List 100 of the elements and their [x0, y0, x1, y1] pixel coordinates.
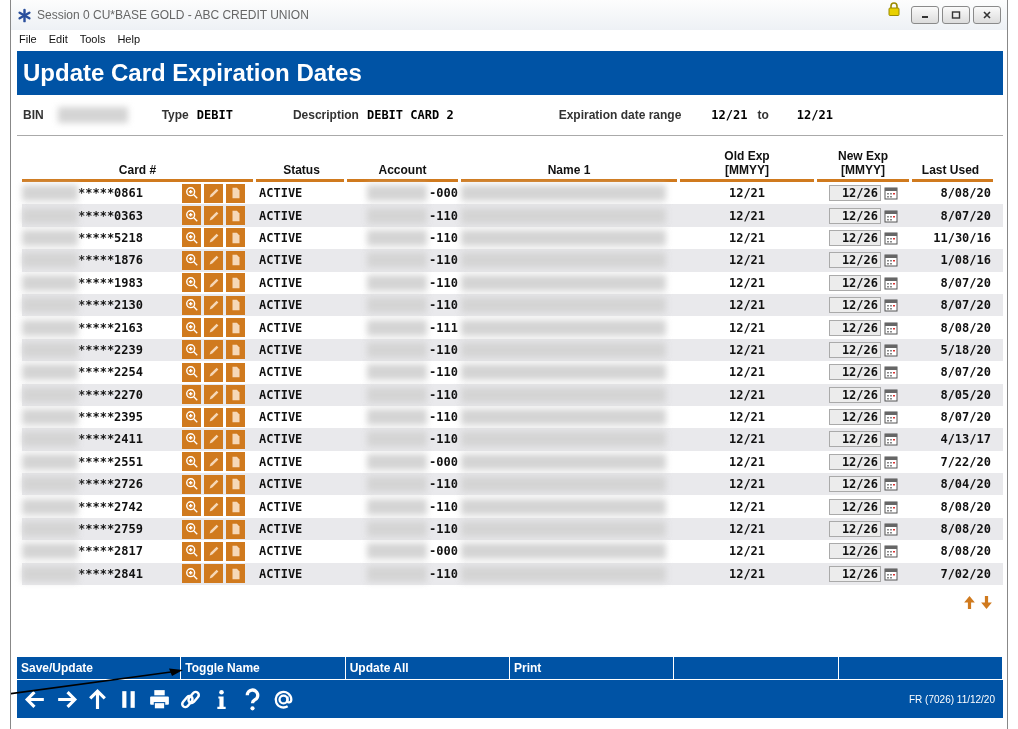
- pencil-icon[interactable]: [204, 407, 223, 427]
- pencil-icon[interactable]: [204, 385, 223, 405]
- zoom-icon[interactable]: [182, 541, 201, 561]
- pencil-icon[interactable]: [204, 541, 223, 561]
- calendar-icon[interactable]: [884, 320, 898, 335]
- calendar-icon[interactable]: [884, 365, 898, 380]
- document-icon[interactable]: [226, 497, 245, 517]
- zoom-icon[interactable]: [182, 183, 201, 203]
- document-icon[interactable]: [226, 385, 245, 405]
- pencil-icon[interactable]: [204, 183, 223, 203]
- menu-item[interactable]: Help: [117, 33, 140, 45]
- pencil-icon[interactable]: [204, 430, 223, 449]
- date-field[interactable]: 12/26: [829, 521, 881, 538]
- zoom-icon[interactable]: [182, 340, 201, 360]
- date-field[interactable]: 12/26: [829, 453, 881, 470]
- calendar-icon[interactable]: [884, 230, 898, 245]
- document-icon[interactable]: [226, 228, 245, 248]
- page-down-icon[interactable]: [980, 595, 993, 611]
- zoom-icon[interactable]: [182, 474, 201, 494]
- minimize-button[interactable]: [911, 6, 939, 24]
- calendar-icon[interactable]: [884, 342, 898, 357]
- date-field[interactable]: 12/26: [829, 185, 881, 202]
- zoom-icon[interactable]: [182, 385, 201, 405]
- zoom-icon[interactable]: [182, 250, 201, 270]
- zoom-icon[interactable]: [182, 407, 201, 427]
- calendar-icon[interactable]: [884, 454, 898, 469]
- document-icon[interactable]: [226, 318, 245, 338]
- date-field[interactable]: 12/26: [829, 498, 881, 515]
- document-icon[interactable]: [226, 206, 245, 226]
- document-icon[interactable]: [226, 430, 245, 449]
- calendar-icon[interactable]: [884, 432, 898, 447]
- document-icon[interactable]: [226, 250, 245, 270]
- calendar-icon[interactable]: [884, 208, 898, 223]
- calendar-icon[interactable]: [884, 499, 898, 514]
- menu-item[interactable]: Tools: [79, 33, 106, 45]
- pencil-icon[interactable]: [204, 497, 223, 517]
- document-icon[interactable]: [226, 362, 245, 382]
- calendar-icon[interactable]: [884, 410, 898, 425]
- pencil-icon[interactable]: [204, 452, 223, 472]
- calendar-icon[interactable]: [884, 477, 898, 492]
- zoom-icon[interactable]: [182, 206, 201, 226]
- zoom-icon[interactable]: [182, 430, 201, 449]
- maximize-button[interactable]: [942, 6, 970, 24]
- zoom-icon[interactable]: [182, 519, 201, 539]
- date-field[interactable]: 12/26: [829, 274, 881, 291]
- date-field[interactable]: 12/26: [829, 476, 881, 493]
- calendar-icon[interactable]: [884, 544, 898, 559]
- menu-item[interactable]: Edit: [48, 33, 68, 45]
- calendar-icon[interactable]: [884, 298, 898, 313]
- zoom-icon[interactable]: [182, 497, 201, 517]
- pencil-icon[interactable]: [204, 362, 223, 382]
- calendar-icon[interactable]: [884, 387, 898, 402]
- date-field[interactable]: 12/26: [829, 297, 881, 314]
- document-icon[interactable]: [226, 407, 245, 427]
- zoom-icon[interactable]: [182, 318, 201, 338]
- zoom-icon[interactable]: [182, 564, 201, 584]
- document-icon[interactable]: [226, 474, 245, 494]
- date-field[interactable]: 12/26: [829, 229, 881, 246]
- calendar-icon[interactable]: [884, 186, 898, 201]
- close-button[interactable]: [973, 6, 1001, 24]
- pencil-icon[interactable]: [204, 206, 223, 226]
- date-field[interactable]: 12/26: [829, 431, 881, 448]
- date-field[interactable]: 12/26: [829, 364, 881, 381]
- date-field[interactable]: 12/26: [829, 341, 881, 358]
- calendar-icon[interactable]: [884, 275, 898, 290]
- pencil-icon[interactable]: [204, 474, 223, 494]
- zoom-icon[interactable]: [182, 295, 201, 315]
- document-icon[interactable]: [226, 273, 245, 293]
- pencil-icon[interactable]: [204, 250, 223, 270]
- pencil-icon[interactable]: [204, 519, 223, 539]
- pencil-icon[interactable]: [204, 564, 223, 584]
- calendar-icon[interactable]: [884, 522, 898, 537]
- document-icon[interactable]: [226, 340, 245, 360]
- window-title: Session 0 CU*BASE GOLD - ABC CREDIT UNION: [37, 8, 310, 22]
- date-field[interactable]: 12/26: [829, 565, 881, 582]
- pencil-icon[interactable]: [204, 295, 223, 315]
- page-up-icon[interactable]: [963, 595, 976, 611]
- pencil-icon[interactable]: [204, 273, 223, 293]
- document-icon[interactable]: [226, 519, 245, 539]
- pencil-icon[interactable]: [204, 228, 223, 248]
- calendar-icon[interactable]: [884, 253, 898, 268]
- pencil-icon[interactable]: [204, 318, 223, 338]
- date-field[interactable]: 12/26: [829, 252, 881, 269]
- document-icon[interactable]: [226, 452, 245, 472]
- document-icon[interactable]: [226, 541, 245, 561]
- date-field[interactable]: 12/26: [829, 386, 881, 403]
- zoom-icon[interactable]: [182, 273, 201, 293]
- calendar-icon[interactable]: [884, 566, 898, 581]
- date-field[interactable]: 12/26: [829, 319, 881, 336]
- zoom-icon[interactable]: [182, 452, 201, 472]
- document-icon[interactable]: [226, 295, 245, 315]
- date-field[interactable]: 12/26: [829, 409, 881, 426]
- date-field[interactable]: 12/26: [829, 543, 881, 560]
- pencil-icon[interactable]: [204, 340, 223, 360]
- zoom-icon[interactable]: [182, 362, 201, 382]
- menu-item[interactable]: File: [19, 33, 37, 45]
- document-icon[interactable]: [226, 564, 245, 584]
- document-icon[interactable]: [226, 183, 245, 203]
- date-field[interactable]: 12/26: [829, 207, 881, 224]
- zoom-icon[interactable]: [182, 228, 201, 248]
